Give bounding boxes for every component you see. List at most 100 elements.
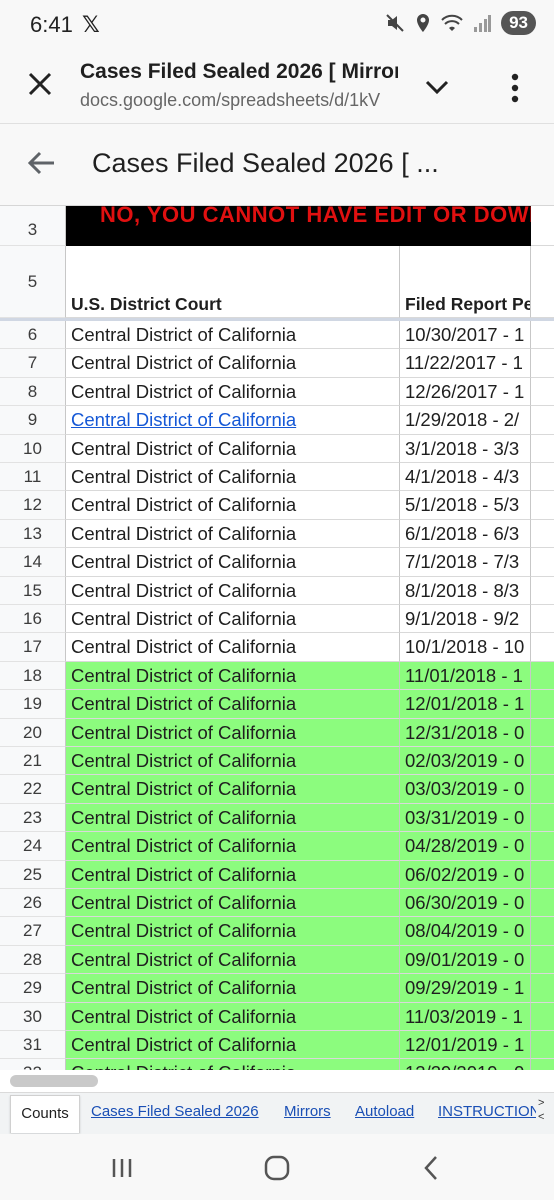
row-number[interactable]: 3 <box>0 206 66 246</box>
cell-court[interactable]: Central District of California <box>66 463 400 492</box>
row-number[interactable]: 8 <box>0 377 66 407</box>
cell[interactable] <box>531 1059 554 1070</box>
row-number[interactable]: 29 <box>0 974 66 1003</box>
cell-period[interactable]: 6/1/2018 - 6/3 <box>400 519 531 549</box>
cell-period[interactable]: 12/01/2019 - 1 <box>400 1031 531 1060</box>
cell[interactable] <box>531 206 554 246</box>
row-number[interactable]: 19 <box>0 690 66 719</box>
chevron-down-icon[interactable] <box>420 70 454 104</box>
row-number[interactable]: 10 <box>0 434 66 463</box>
cell-period[interactable]: 9/1/2018 - 9/2 <box>400 605 531 634</box>
tab-autoload[interactable]: Autoload <box>355 1103 414 1120</box>
cell-court[interactable]: Central District of California <box>66 860 400 889</box>
row-number[interactable]: 20 <box>0 718 66 747</box>
cell-court[interactable]: Central District of California <box>66 832 400 861</box>
row-number[interactable]: 21 <box>0 747 66 776</box>
cell[interactable] <box>531 349 554 378</box>
row-number[interactable]: 32 <box>0 1059 66 1070</box>
cell[interactable] <box>531 803 554 833</box>
cell-court[interactable]: Central District of California <box>66 1059 400 1070</box>
tab-instructions[interactable]: INSTRUCTIONS <box>438 1103 536 1120</box>
cell-court[interactable]: Central District of California <box>66 1002 400 1031</box>
row-number[interactable]: 12 <box>0 491 66 520</box>
cell-court[interactable]: Central District of California <box>66 1031 400 1060</box>
cell[interactable] <box>531 1002 554 1031</box>
cell[interactable] <box>531 605 554 634</box>
cell-period[interactable]: 1/29/2018 - 2/ <box>400 406 531 435</box>
cell-court[interactable]: Central District of California <box>66 321 400 350</box>
row-number[interactable]: 23 <box>0 803 66 833</box>
cell-period[interactable]: 03/31/2019 - 0 <box>400 803 531 833</box>
cell[interactable] <box>531 889 554 918</box>
tab-scroll-arrows[interactable]: > < <box>538 1096 552 1124</box>
cell[interactable] <box>531 633 554 662</box>
row-number[interactable]: 14 <box>0 548 66 577</box>
cell[interactable] <box>531 378 554 407</box>
row-number[interactable]: 7 <box>0 349 66 378</box>
row-number[interactable]: 22 <box>0 775 66 804</box>
cell-period[interactable]: 8/1/2018 - 8/3 <box>400 576 531 605</box>
cell-court[interactable]: Central District of California <box>66 945 400 975</box>
cell-period[interactable]: 09/01/2019 - 0 <box>400 945 531 975</box>
cell-court[interactable]: Central District of California <box>66 605 400 634</box>
row-number[interactable]: 15 <box>0 576 66 605</box>
cell-court[interactable]: Central District of California <box>66 519 400 549</box>
column-header-period[interactable]: Filed Report Pe <box>400 246 531 318</box>
cell-period[interactable]: 3/1/2018 - 3/3 <box>400 434 531 463</box>
cell[interactable] <box>531 718 554 747</box>
row-number[interactable]: 24 <box>0 832 66 861</box>
cell-court[interactable]: Central District of California <box>66 633 400 662</box>
row-number[interactable]: 16 <box>0 605 66 634</box>
cell-period[interactable]: 11/01/2018 - 1 <box>400 661 531 691</box>
cell-court[interactable]: Central District of California <box>66 406 400 435</box>
cell[interactable] <box>531 406 554 435</box>
cell[interactable] <box>531 1031 554 1060</box>
cell-period[interactable]: 08/04/2019 - 0 <box>400 917 531 946</box>
cell-court[interactable]: Central District of California <box>66 434 400 463</box>
warning-banner[interactable]: NO, YOU CANNOT HAVE EDIT OR DOWNLOAD <box>66 206 531 246</box>
cell-period[interactable]: 12/26/2017 - 1 <box>400 377 531 407</box>
cell-period[interactable]: 11/22/2017 - 1 <box>400 349 531 378</box>
tab-counts[interactable]: Counts <box>10 1095 80 1133</box>
cell[interactable] <box>531 860 554 889</box>
tab-mirrors[interactable]: Mirrors <box>284 1103 331 1120</box>
court-link[interactable]: Central District of California <box>71 409 296 430</box>
cell-period[interactable]: 10/1/2018 - 10 <box>400 633 531 662</box>
row-number[interactable]: 31 <box>0 1031 66 1060</box>
row-number[interactable]: 28 <box>0 945 66 975</box>
cell[interactable] <box>531 435 554 463</box>
column-header-court[interactable]: U.S. District Court <box>66 246 400 318</box>
row-number[interactable]: 6 <box>0 321 66 350</box>
cell[interactable] <box>531 747 554 776</box>
cell[interactable] <box>531 661 554 691</box>
cell-period[interactable]: 04/28/2019 - 0 <box>400 832 531 861</box>
cell-court[interactable]: Central District of California <box>66 917 400 946</box>
cell-court[interactable]: Central District of California <box>66 803 400 833</box>
cell[interactable] <box>531 775 554 804</box>
chevron-right-icon[interactable]: > <box>538 1096 552 1110</box>
row-number[interactable]: 13 <box>0 519 66 549</box>
cell[interactable] <box>531 577 554 605</box>
tab-cases-filed-sealed[interactable]: Cases Filed Sealed 2026 <box>91 1103 259 1120</box>
cell-court[interactable]: Central District of California <box>66 349 400 378</box>
row-number[interactable]: 27 <box>0 917 66 946</box>
home-icon[interactable] <box>261 1152 293 1184</box>
cell[interactable] <box>531 491 554 520</box>
cell[interactable] <box>531 463 554 492</box>
cell-period[interactable]: 11/03/2019 - 1 <box>400 1002 531 1031</box>
back-arrow-icon[interactable] <box>24 146 58 180</box>
row-number[interactable]: 30 <box>0 1002 66 1031</box>
row-number[interactable]: 9 <box>0 406 66 435</box>
cell-period[interactable]: 10/30/2017 - 1 <box>400 321 531 350</box>
cell[interactable] <box>531 690 554 719</box>
row-number[interactable]: 26 <box>0 889 66 918</box>
cell-period[interactable]: 5/1/2018 - 5/3 <box>400 491 531 520</box>
row-number[interactable]: 5 <box>0 246 66 318</box>
cell-period[interactable]: 12/31/2018 - 0 <box>400 718 531 747</box>
chevron-left-icon[interactable]: < <box>538 1110 552 1124</box>
cell-period[interactable]: 02/03/2019 - 0 <box>400 747 531 776</box>
cell[interactable] <box>531 520 554 549</box>
cell-period[interactable]: 03/03/2019 - 0 <box>400 775 531 804</box>
cell-period[interactable]: 12/01/2018 - 1 <box>400 690 531 719</box>
row-number[interactable]: 18 <box>0 661 66 691</box>
